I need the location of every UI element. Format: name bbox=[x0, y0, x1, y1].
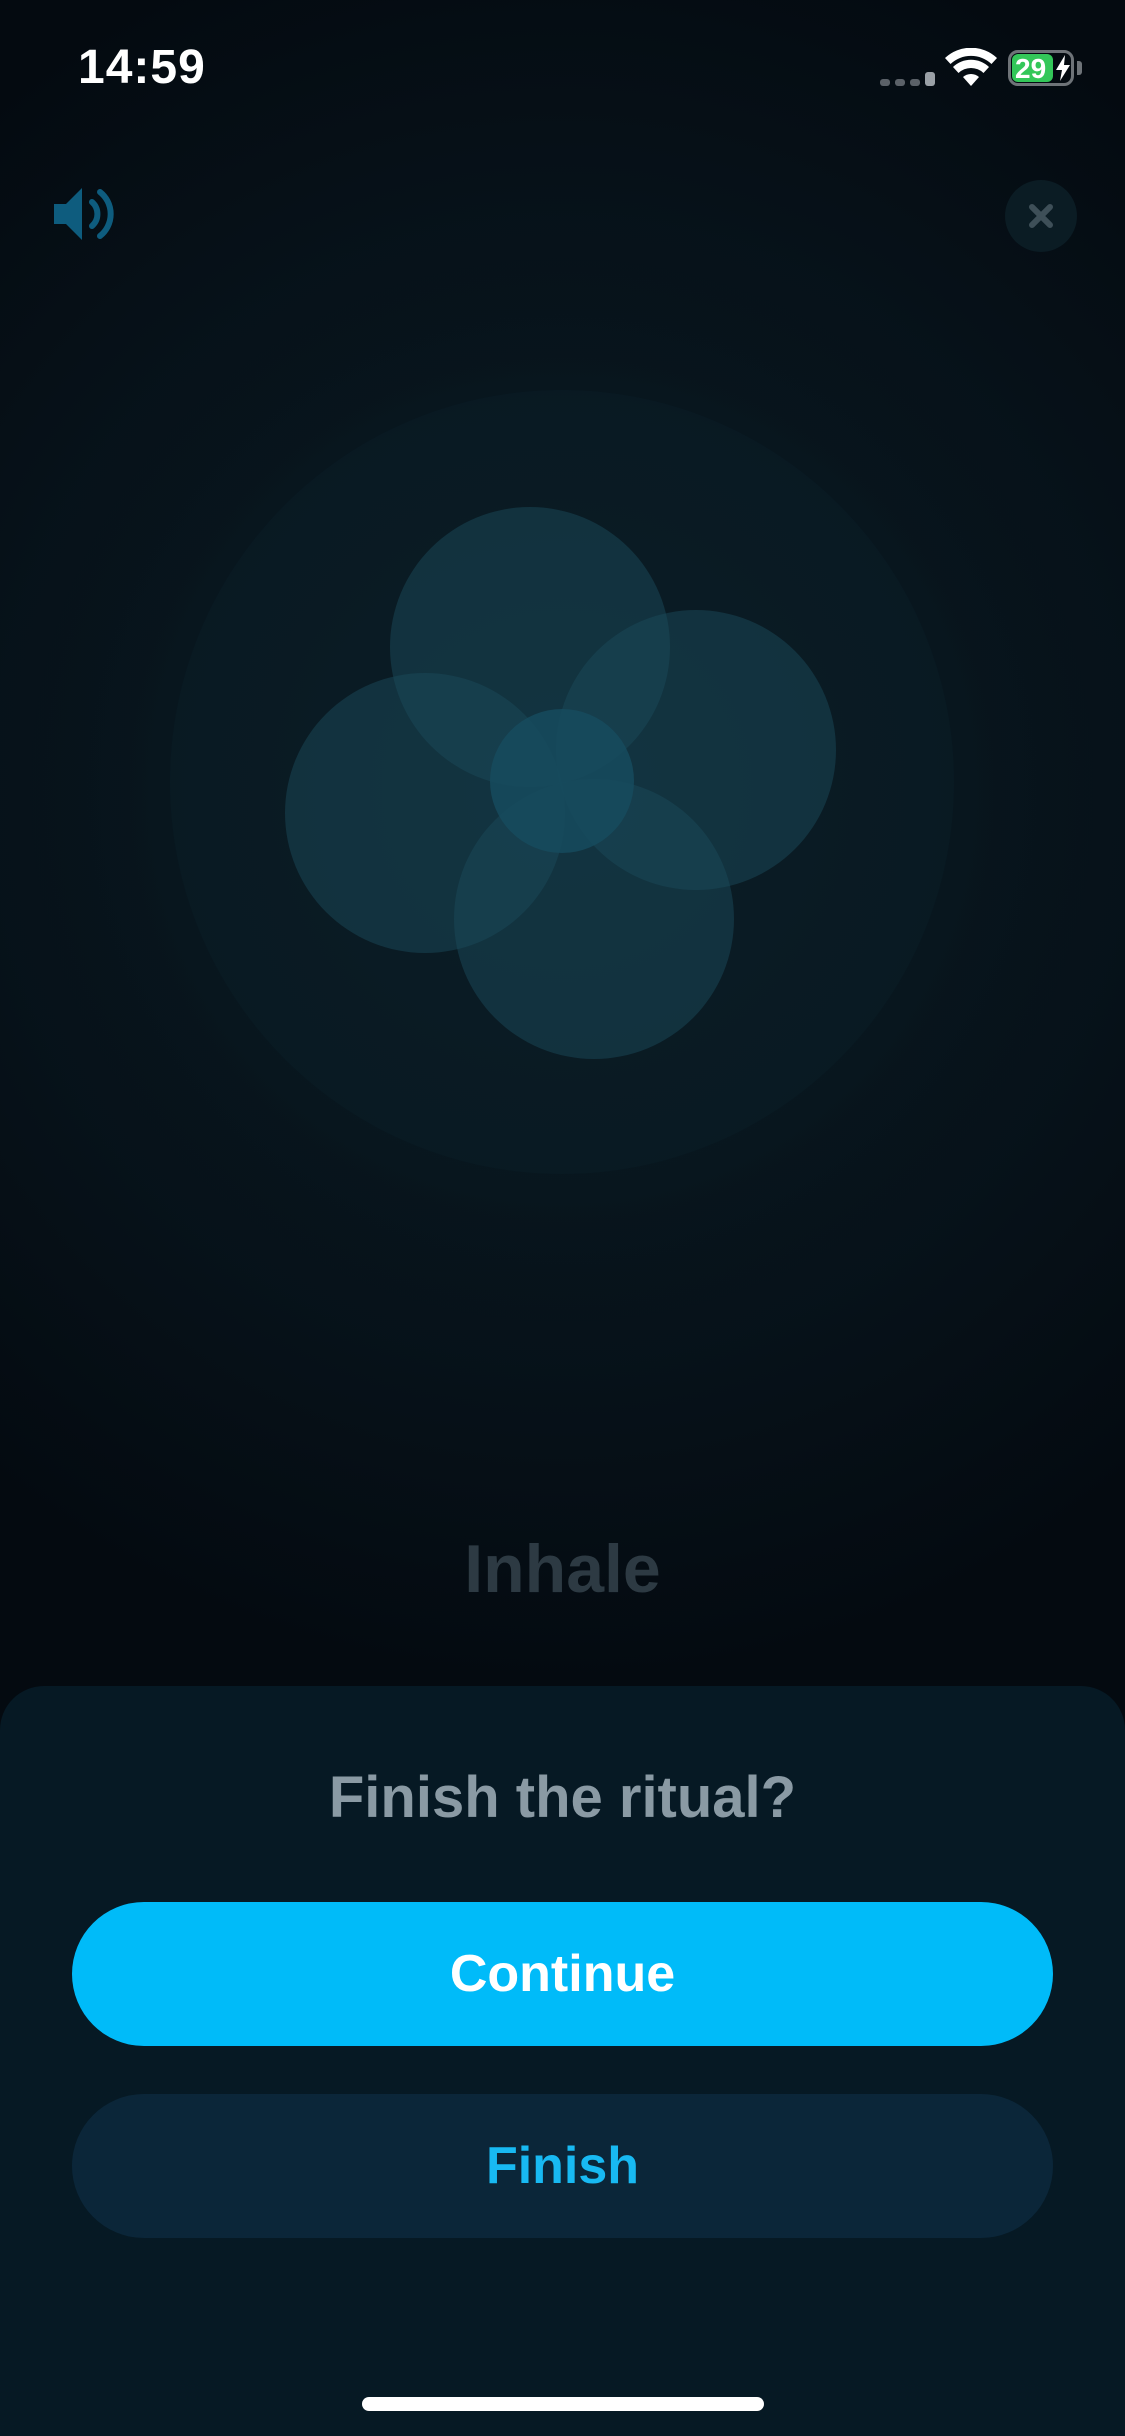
breathing-visual bbox=[2, 230, 1122, 1350]
finish-dialog-sheet: Finish the ritual? Continue Finish bbox=[0, 1686, 1125, 2436]
finish-button[interactable]: Finish bbox=[72, 2094, 1053, 2238]
home-indicator[interactable] bbox=[362, 2397, 764, 2411]
breathing-phase-label: Inhale bbox=[464, 1531, 661, 1607]
continue-button[interactable]: Continue bbox=[72, 1902, 1053, 2046]
dialog-title: Finish the ritual? bbox=[328, 1765, 797, 1830]
petal-center bbox=[490, 709, 634, 853]
